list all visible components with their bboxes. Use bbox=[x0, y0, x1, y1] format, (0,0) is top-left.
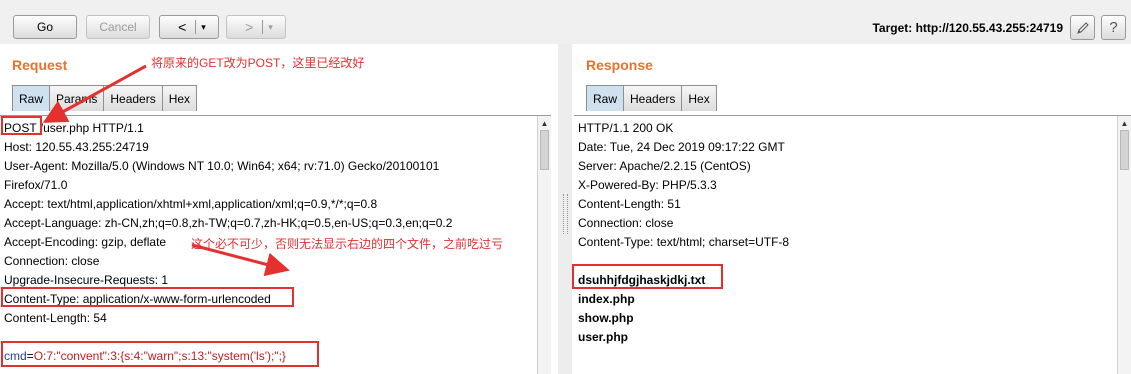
split-divider[interactable] bbox=[558, 44, 572, 374]
response-header-line: Connection: close bbox=[578, 216, 674, 230]
tab-raw[interactable]: Raw bbox=[12, 85, 51, 111]
request-pane: Request Raw Params Headers Hex POST /use… bbox=[0, 44, 558, 374]
request-header-line: Accept-Language: zh-CN,zh;q=0.8,zh-TW;q=… bbox=[4, 216, 453, 230]
note-content-type: 这个必不可少，否则无法显示右边的四个文件，之前吃过亏 bbox=[191, 237, 504, 251]
back-button[interactable]: < ▾ bbox=[159, 15, 219, 39]
request-header-line: Content-Length: 54 bbox=[4, 311, 107, 325]
tab-headers[interactable]: Headers bbox=[103, 85, 163, 111]
divider-grip[interactable] bbox=[563, 194, 568, 234]
request-scrollbar[interactable]: ▲ bbox=[537, 116, 551, 374]
request-line: POST /user.php HTTP/1.1 bbox=[4, 119, 531, 138]
pencil-icon bbox=[1076, 21, 1089, 34]
response-body-line: user.php bbox=[578, 330, 629, 344]
request-title: Request bbox=[12, 57, 68, 73]
help-icon: ? bbox=[1109, 19, 1118, 36]
response-title: Response bbox=[586, 57, 653, 73]
method-highlight-box bbox=[1, 116, 42, 135]
toolbar: Go Cancel < ▾ > ▾ Target: http://120.55.… bbox=[0, 0, 1131, 44]
help-button[interactable]: ? bbox=[1101, 15, 1126, 40]
cancel-button[interactable]: Cancel bbox=[86, 15, 150, 39]
response-tabs: Raw Headers Hex bbox=[586, 85, 717, 111]
response-header-line: Date: Tue, 24 Dec 2019 09:17:22 GMT bbox=[578, 140, 785, 154]
body-highlight-box bbox=[1, 341, 319, 367]
forward-arrow-icon: > bbox=[245, 19, 254, 35]
response-header-line: X-Powered-By: PHP/5.3.3 bbox=[578, 178, 717, 192]
tab-headers[interactable]: Headers bbox=[623, 85, 683, 111]
request-header-line: User-Agent: Mozilla/5.0 (Windows NT 10.0… bbox=[4, 159, 440, 173]
forward-dropdown-icon[interactable]: ▾ bbox=[268, 22, 273, 33]
content-type-highlight-box bbox=[1, 287, 294, 307]
response-editor[interactable]: HTTP/1.1 200 OK Date: Tue, 24 Dec 2019 0… bbox=[574, 115, 1131, 374]
tab-hex[interactable]: Hex bbox=[161, 85, 198, 111]
request-header-line: Accept: text/html,application/xhtml+xml,… bbox=[4, 197, 378, 211]
response-body-line: index.php bbox=[578, 292, 635, 306]
response-header-line: Content-Type: text/html; charset=UTF-8 bbox=[578, 235, 790, 249]
tab-params[interactable]: Params bbox=[49, 85, 105, 111]
note-method: 将原来的GET改为POST，这里已经改好 bbox=[151, 56, 365, 70]
request-scroll-thumb[interactable] bbox=[540, 130, 549, 170]
response-header-line: Content-Length: 51 bbox=[578, 197, 681, 211]
response-header-line: Server: Apache/2.2.15 (CentOS) bbox=[578, 159, 751, 173]
target-label: Target: http://120.55.43.255:24719 bbox=[872, 21, 1063, 35]
forward-button[interactable]: > ▾ bbox=[226, 15, 286, 39]
response-scroll-thumb[interactable] bbox=[1120, 130, 1129, 170]
scroll-up-icon[interactable]: ▲ bbox=[539, 118, 550, 128]
scroll-up-icon[interactable]: ▲ bbox=[1119, 118, 1130, 128]
go-button[interactable]: Go bbox=[13, 15, 77, 39]
tab-raw[interactable]: Raw bbox=[586, 85, 625, 111]
response-header-line: HTTP/1.1 200 OK bbox=[578, 121, 674, 135]
edit-target-button[interactable] bbox=[1070, 15, 1095, 40]
back-dropdown-icon[interactable]: ▾ bbox=[201, 22, 206, 33]
request-path: /user.php HTTP/1.1 bbox=[36, 121, 144, 135]
request-header-line: Host: 120.55.43.255:24719 bbox=[4, 140, 149, 154]
request-tabs: Raw Params Headers Hex bbox=[12, 85, 198, 111]
request-header-line: Connection: close bbox=[4, 254, 100, 268]
tab-hex[interactable]: Hex bbox=[681, 85, 717, 111]
response-body-line: show.php bbox=[578, 311, 634, 325]
filename-highlight-box bbox=[572, 264, 723, 289]
response-pane: Response Raw Headers Hex HTTP/1.1 200 OK… bbox=[574, 44, 1131, 374]
request-header-line: Firefox/71.0 bbox=[4, 178, 68, 192]
back-arrow-icon: < bbox=[178, 19, 187, 35]
response-scrollbar[interactable]: ▲ bbox=[1117, 116, 1131, 374]
